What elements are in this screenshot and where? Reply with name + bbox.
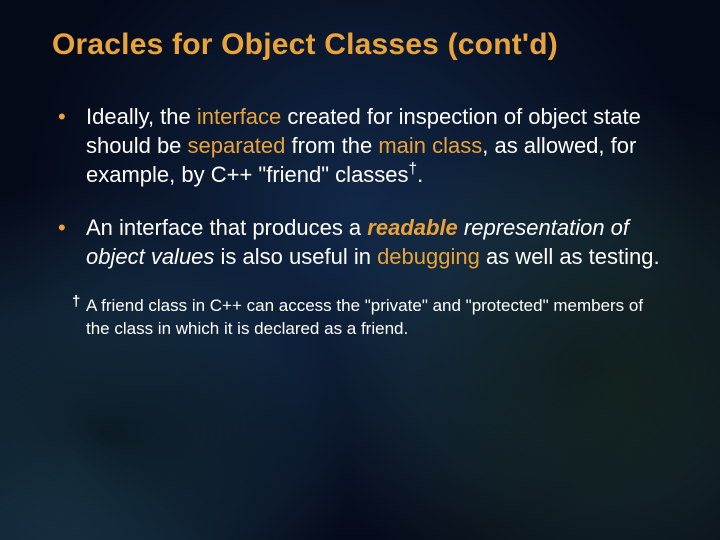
text: Ideally, the: [86, 104, 197, 129]
dagger-ref: †: [409, 161, 418, 178]
highlight-readable: readable: [367, 215, 458, 240]
highlight-debugging: debugging: [377, 244, 480, 269]
slide: Oracles for Object Classes (cont'd) Idea…: [0, 0, 720, 540]
footnote: † A friend class in C++ can access the "…: [52, 295, 668, 341]
bullet-item-1: Ideally, the interface created for inspe…: [52, 102, 668, 189]
text: is also useful in: [214, 244, 377, 269]
text: from the: [285, 133, 378, 158]
text: as well as testing.: [480, 244, 660, 269]
text: .: [417, 162, 423, 187]
bullet-item-2: An interface that produces a readable re…: [52, 213, 668, 271]
highlight-separated: separated: [188, 133, 286, 158]
slide-title: Oracles for Object Classes (cont'd): [52, 28, 668, 62]
bullet-list: Ideally, the interface created for inspe…: [52, 102, 668, 271]
text: An interface that produces a: [86, 215, 367, 240]
highlight-interface: interface: [197, 104, 281, 129]
dagger-mark: †: [72, 292, 80, 312]
highlight-main-class: main class: [378, 133, 482, 158]
footnote-text: A friend class in C++ can access the "pr…: [86, 296, 643, 338]
